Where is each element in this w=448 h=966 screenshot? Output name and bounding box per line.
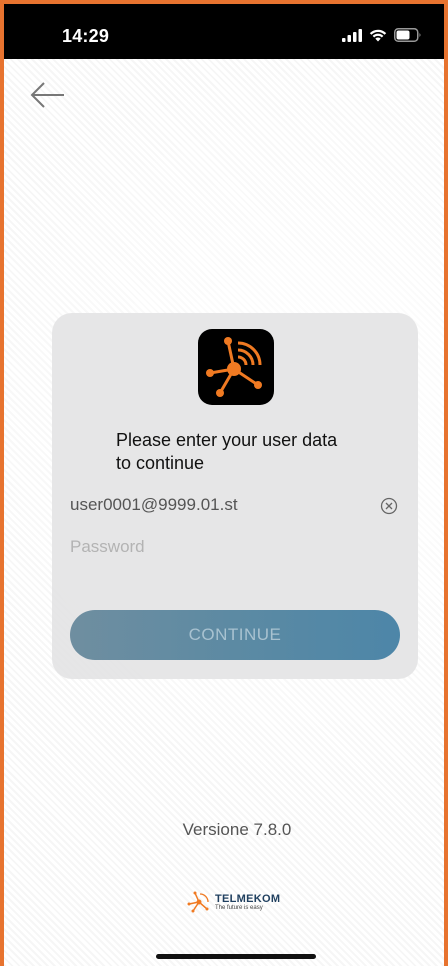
home-indicator[interactable] xyxy=(156,954,316,959)
logo-name: TELMEKOM xyxy=(215,892,281,905)
prompt-line-2: to continue xyxy=(116,453,205,473)
version-label: Versione 7.8.0 xyxy=(182,820,292,839)
password-field[interactable] xyxy=(70,537,370,557)
login-prompt: Please enter your user data to continue xyxy=(116,429,396,475)
clear-email-button[interactable] xyxy=(380,497,398,515)
back-button[interactable] xyxy=(28,77,68,113)
login-screen: Please enter your user data to continue … xyxy=(4,59,444,966)
signal-icon xyxy=(342,28,362,42)
telmekom-logo: TELMEKOM The future is easy xyxy=(187,891,280,913)
logo-text: TELMEKOM The future is easy xyxy=(215,892,281,911)
phone-screen: 14:29 Please enter your user data to con… xyxy=(4,4,444,966)
prompt-line-1: Please enter your user data xyxy=(116,430,338,450)
telmekom-logo-icon xyxy=(187,891,209,913)
continue-button[interactable]: CONTINUE xyxy=(70,610,400,660)
telmekom-app-icon xyxy=(198,329,274,405)
clear-circle-x-icon xyxy=(380,497,398,515)
back-arrow-icon xyxy=(30,82,64,108)
status-bar: 14:29 xyxy=(4,4,444,59)
status-time: 14:29 xyxy=(62,26,110,46)
login-card: Please enter your user data to continue … xyxy=(52,313,418,679)
battery-icon xyxy=(394,28,421,42)
logo-tagline: The future is easy xyxy=(215,904,263,911)
status-icons xyxy=(342,28,422,42)
wifi-icon xyxy=(369,29,387,41)
email-field[interactable] xyxy=(70,495,330,515)
